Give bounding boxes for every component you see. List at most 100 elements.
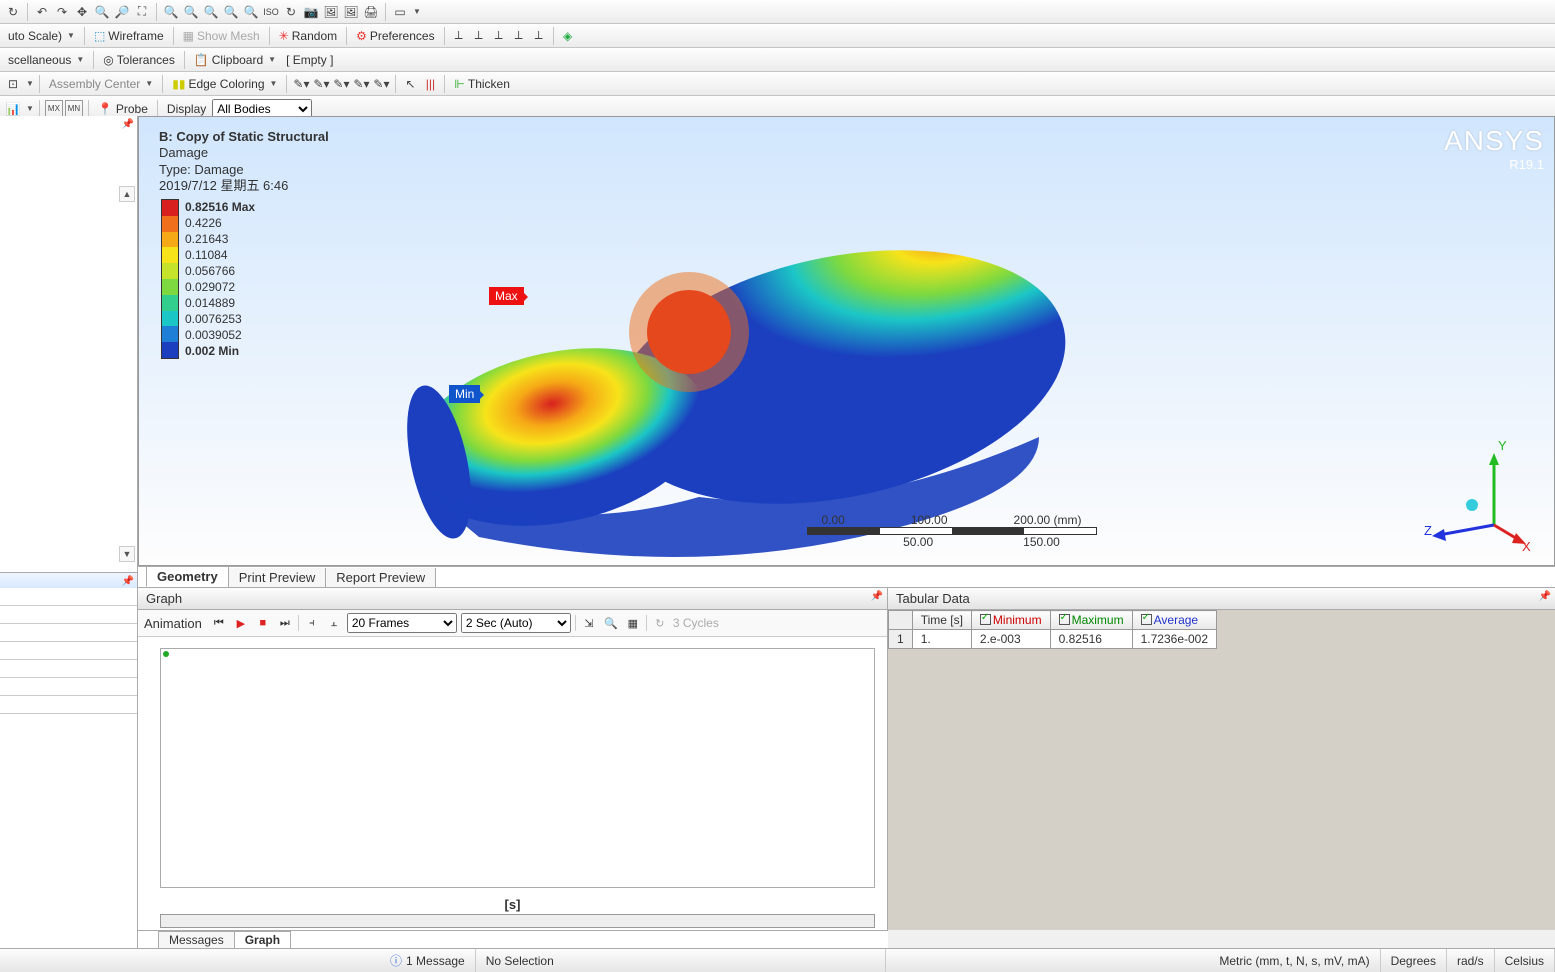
tabular-pin-icon[interactable]: 📌 [1539,591,1551,602]
header-max[interactable]: Maximum [1050,611,1132,630]
view-tabs: Geometry Print Preview Report Preview [138,566,1555,588]
bars-icon[interactable]: ||| [421,75,439,93]
header-rownum[interactable] [889,611,913,630]
contour-legend: 0.82516 Max0.42260.216430.110840.0567660… [161,199,255,359]
preferences-button[interactable]: ⚙Preferences [352,29,438,43]
size2-icon[interactable]: ⟂ [470,27,488,45]
showmesh-button[interactable]: ▦Show Mesh [179,29,264,43]
zoom-dim-icon[interactable]: 🔍 [242,3,260,21]
scroll-up-icon[interactable]: ▲ [119,186,135,202]
status-units: Metric (mm, t, N, s, mV, mA) [1209,949,1380,972]
tab-messages[interactable]: Messages [158,931,235,948]
print-icon[interactable]: 🖨 [362,3,380,21]
pan-icon[interactable]: ✥ [73,3,91,21]
tag2-icon[interactable]: MN [65,100,83,118]
result-title: B: Copy of Static Structural [159,129,329,145]
window-icon[interactable]: ▭ [391,3,409,21]
pen4-icon[interactable]: ✎▾ [372,75,390,93]
cursor-icon[interactable]: ↖ [401,75,419,93]
image-icon[interactable]: 🖼 [322,3,340,21]
display-label: Display [163,102,210,116]
assembly-dropdown[interactable]: Assembly Center▼ [45,77,157,91]
size3-icon[interactable]: ⟂ [490,27,508,45]
probe-button[interactable]: 📍Probe [94,102,152,116]
anim-mode2-icon[interactable]: ⫠ [325,614,343,632]
speed-select[interactable]: 2 Sec (Auto) [461,613,571,633]
zoom-reset-icon[interactable]: 🔍 [222,3,240,21]
anim-zoom-icon[interactable]: 🔍 [602,614,620,632]
misc-dropdown[interactable]: scellaneous▼ [4,53,88,67]
frames-select[interactable]: 20 Frames [347,613,457,633]
clipboard-icon: 📋 [194,53,209,67]
sync-icon[interactable]: ↻ [4,3,22,21]
anim-last-icon[interactable]: ⏭ [276,614,294,632]
table-row[interactable]: 1 1. 2.e-003 0.82516 1.7236e-002 [889,630,1217,649]
camera-icon[interactable]: 📷 [302,3,320,21]
legend-labels: 0.82516 Max0.42260.216430.110840.0567660… [185,199,255,359]
table-header-row: Time [s] Minimum Maximum Average [889,611,1217,630]
bottom-tabs: Messages Graph [138,930,888,948]
anim-first-icon[interactable]: ⏮ [210,614,228,632]
edgecoloring-dropdown[interactable]: ▮▮Edge Coloring▼ [168,77,281,91]
graph-pin-icon[interactable]: 📌 [871,591,883,602]
wireframe-button[interactable]: ⬚Wireframe [90,29,168,43]
tab-report-preview[interactable]: Report Preview [325,568,436,588]
tab-print-preview[interactable]: Print Preview [228,568,327,588]
details-pin-icon[interactable]: 📌 [122,576,134,587]
size1-icon[interactable]: ⟂ [450,27,468,45]
tag1-icon[interactable]: MX [45,100,63,118]
max-marker[interactable]: Max [489,287,524,305]
zoom-fit-icon[interactable]: ⛶ [133,3,151,21]
zoom-window-icon[interactable]: 🔍 [162,3,180,21]
image2-icon[interactable]: 🖼 [342,3,360,21]
header-time[interactable]: Time [s] [912,611,971,630]
undo-icon[interactable]: ↶ [33,3,51,21]
status-messages[interactable]: ⓘ 1 Message [380,949,476,972]
iso-icon[interactable]: ISO [262,3,280,21]
cell-max: 0.82516 [1050,630,1132,649]
pen0-icon[interactable]: ✎▾ [292,75,310,93]
tab-graph[interactable]: Graph [234,931,291,948]
tab-geometry[interactable]: Geometry [146,567,229,587]
size4-icon[interactable]: ⟂ [510,27,528,45]
zoom-sel-icon[interactable]: 🔍 [202,3,220,21]
anim-play-icon[interactable]: ▶ [232,614,250,632]
zoom-out-icon[interactable]: 🔎 [113,3,131,21]
tabular-pane: Tabular Data📌 Time [s] Minimum Maximum A… [888,588,1555,930]
toolbar-misc: scellaneous▼ ◎Tolerances 📋Clipboard▼ [ E… [0,48,1555,72]
graphics-viewport[interactable]: B: Copy of Static Structural Damage Type… [138,116,1555,566]
zoom-in-icon[interactable]: 🔍 [93,3,111,21]
cell-time: 1. [912,630,971,649]
random-button[interactable]: ✳Random [275,29,341,43]
thicken-icon: ⊩ [454,77,464,91]
header-min[interactable]: Minimum [971,611,1050,630]
anim-grid-icon[interactable]: ▦ [624,614,642,632]
pen3-icon[interactable]: ✎▾ [352,75,370,93]
anim-mode1-icon[interactable]: ⫞ [303,614,321,632]
autoscale-dropdown[interactable]: uto Scale)▼ [4,29,79,43]
size5-icon[interactable]: ⟂ [530,27,548,45]
pen1-icon[interactable]: ✎▾ [312,75,330,93]
outline-panel: 📌 ▲ ▼ 📌 [0,116,138,948]
status-bar: ⓘ 1 Message No Selection Metric (mm, t, … [0,948,1555,972]
anim-cycle-icon[interactable]: ↻ [651,614,669,632]
redo-icon[interactable]: ↷ [53,3,71,21]
pen2-icon[interactable]: ✎▾ [332,75,350,93]
pin-icon[interactable]: 📌 [122,119,134,130]
coord-triad[interactable]: Y Z X [1414,435,1534,555]
min-marker[interactable]: Min [449,385,480,403]
clipboard-dropdown[interactable]: 📋Clipboard▼ [190,53,280,67]
edge1-icon[interactable]: ⊡ [4,75,22,93]
graph-plot[interactable] [160,648,875,888]
scroll-down-icon[interactable]: ▼ [119,546,135,562]
thicken-button[interactable]: ⊩Thicken [450,77,513,91]
anim-export-icon[interactable]: ⇲ [580,614,598,632]
graph-scrollbar[interactable] [160,914,875,928]
tolerances-button[interactable]: ◎Tolerances [99,53,179,67]
header-avg[interactable]: Average [1132,611,1216,630]
result-icon[interactable]: 📊 [4,100,22,118]
cube-icon[interactable]: ◈ [559,27,577,45]
anim-stop-icon[interactable]: ■ [254,614,272,632]
rotate-icon[interactable]: ↻ [282,3,300,21]
zoom-prev-icon[interactable]: 🔍 [182,3,200,21]
